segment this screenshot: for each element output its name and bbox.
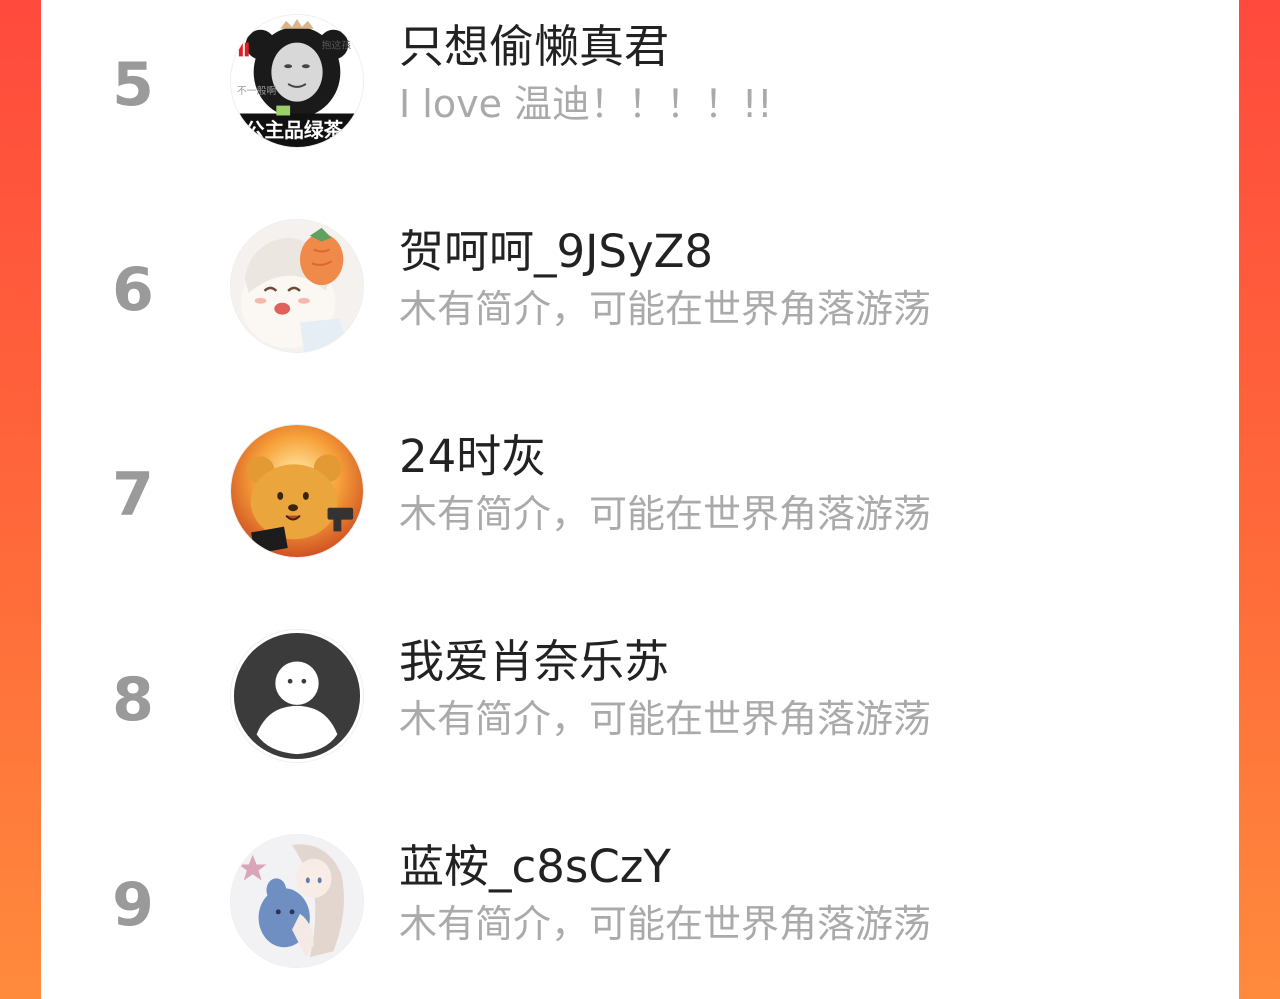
rank-number: 8: [112, 665, 154, 735]
rank-number: 5: [112, 50, 154, 120]
user-name[interactable]: 我爱肖奈乐苏: [399, 637, 669, 687]
anime-girl-hugging-plush-avatar-icon[interactable]: [230, 834, 364, 968]
ranking-row[interactable]: 6 贺呵呵_9JSyZ8 木有简介，可能在世界角落游荡: [41, 205, 1239, 410]
rank-number: 6: [112, 255, 154, 325]
user-name[interactable]: 贺呵呵_9JSyZ8: [399, 227, 713, 277]
default-user-avatar-icon[interactable]: [230, 629, 364, 763]
user-bio: 木有简介，可能在世界角落游荡: [399, 697, 932, 741]
rank-number: 7: [112, 460, 154, 530]
ranking-row[interactable]: 5 抱这孩 不一般啊 公主品绿茶 只想偷懒真君 I love 温迪！！！！!!: [41, 0, 1239, 205]
user-name[interactable]: 24时灰: [399, 432, 546, 482]
anime-girl-carrot-avatar-icon[interactable]: [230, 219, 364, 353]
avatar-caption-left: 不一般啊: [237, 84, 277, 97]
user-bio: 木有简介，可能在世界角落游荡: [399, 492, 932, 536]
user-bio: 木有简介，可能在世界角落游荡: [399, 902, 932, 946]
ranking-row[interactable]: 9 蓝桉_c8sCzY 木有简介，可能在世界角落游荡: [41, 820, 1239, 999]
panda-meme-avatar-icon[interactable]: 抱这孩 不一般啊 公主品绿茶: [230, 14, 364, 148]
user-bio: I love 温迪！！！！!!: [399, 82, 773, 126]
user-name[interactable]: 蓝桉_c8sCzY: [399, 842, 671, 892]
avatar-caption-bottom: 公主品绿茶: [245, 119, 344, 142]
ranking-row[interactable]: 7 24时灰 木有简介，可能在世界角落游荡: [41, 410, 1239, 615]
ranking-list: 5 抱这孩 不一般啊 公主品绿茶 只想偷懒真君 I love 温迪！！！！!! …: [41, 0, 1239, 999]
user-name[interactable]: 只想偷懒真君: [399, 22, 669, 72]
avatar-caption-top: 抱这孩: [322, 38, 352, 51]
bear-with-gun-fire-avatar-icon[interactable]: [230, 424, 364, 558]
ranking-row[interactable]: 8 我爱肖奈乐苏 木有简介，可能在世界角落游荡: [41, 615, 1239, 820]
rank-number: 9: [112, 870, 154, 940]
user-bio: 木有简介，可能在世界角落游荡: [399, 287, 932, 331]
